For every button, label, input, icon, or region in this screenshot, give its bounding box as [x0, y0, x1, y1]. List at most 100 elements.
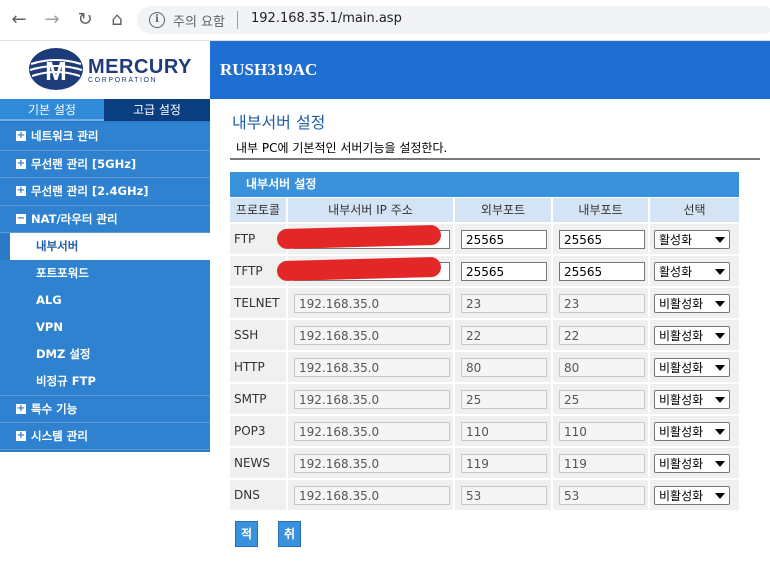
enable-select-value: 비활성화 — [659, 361, 704, 375]
internal-port-value: 25565 — [564, 265, 603, 279]
sidebar-subitem-vpn[interactable]: VPN — [0, 314, 210, 341]
server-ip-input[interactable]: 192.168.35.0 — [294, 294, 450, 313]
internal-port-input[interactable]: 53 — [559, 486, 645, 505]
back-arrow-icon[interactable]: ← — [8, 9, 30, 31]
enable-select[interactable]: 비활성화 — [654, 390, 730, 409]
enable-select-value: 활성화 — [659, 265, 693, 279]
tab-basic-settings[interactable]: 기본 설정 — [0, 99, 104, 121]
plus-icon: + — [16, 403, 26, 414]
external-port-input[interactable]: 110 — [461, 422, 547, 441]
external-port-cell: 25 — [455, 384, 551, 414]
sidebar-subitem-dmz[interactable]: DMZ 설정 — [0, 341, 210, 368]
cancel-button[interactable]: 취소 — [278, 521, 302, 565]
server-ip-input[interactable]: 192.168.35.0 — [294, 486, 450, 505]
external-port-value: 25565 — [466, 265, 505, 279]
internal-port-value: 80 — [564, 361, 580, 375]
external-port-value: 25 — [466, 393, 482, 407]
external-port-value: 25565 — [466, 233, 505, 247]
enable-select[interactable]: 비활성화 — [654, 294, 730, 313]
tab-advanced-settings[interactable]: 고급 설정 — [104, 99, 210, 121]
select-cell: 비활성화 — [650, 352, 739, 382]
url-text[interactable]: 192.168.35.1/main.asp — [251, 11, 402, 26]
protocol-cell: TELNET — [230, 288, 286, 318]
sidebar-item-special-functions[interactable]: + 특수 기능 — [0, 395, 210, 423]
info-icon[interactable]: i — [149, 12, 165, 28]
home-icon[interactable]: ⌂ — [106, 9, 128, 31]
reload-icon[interactable]: ↻ — [74, 9, 96, 31]
sidebar-subitem-label: 내부서버 — [36, 239, 79, 253]
sidebar-item-nat-router[interactable]: − NAT/라우터 관리 — [0, 205, 210, 233]
logo-area: M MERCURY CORPORATION — [0, 41, 210, 99]
sidebar-item-wireless-5ghz[interactable]: + 무선랜 관리 [5GHz] — [0, 150, 210, 178]
table-row: SMTP 192.168.35.0 25 25 비활성화 — [230, 383, 739, 415]
internal-port-input[interactable]: 22 — [559, 326, 645, 345]
enable-select-value: 비활성화 — [659, 425, 704, 439]
protocol-cell: DNS — [230, 480, 286, 510]
server-ip-input[interactable]: 192.168.35.0 — [294, 390, 450, 409]
enable-select[interactable]: 비활성화 — [654, 326, 730, 345]
redaction-mark — [276, 224, 442, 250]
server-ip-input[interactable]: 192.168.35.0 — [294, 454, 450, 473]
external-port-cell: 25565 — [455, 256, 551, 286]
column-header-select: 선택 — [650, 198, 739, 222]
server-ip-input[interactable] — [276, 256, 450, 282]
external-port-value: 119 — [466, 457, 489, 471]
server-ip-input[interactable]: 192.168.35.0 — [294, 326, 450, 345]
select-cell: 비활성화 — [650, 288, 739, 318]
sidebar-item-wireless-24ghz[interactable]: + 무선랜 관리 [2.4GHz] — [0, 178, 210, 206]
external-port-input[interactable]: 53 — [461, 486, 547, 505]
select-cell: 비활성화 — [650, 416, 739, 446]
server-ip-input[interactable]: 192.168.35.0 — [294, 422, 450, 441]
external-port-input[interactable]: 25565 — [461, 230, 547, 249]
internal-port-input[interactable]: 25565 — [559, 262, 645, 281]
enable-select[interactable]: 활성화 — [654, 262, 730, 281]
internal-port-value: 110 — [564, 425, 587, 439]
external-port-input[interactable]: 25 — [461, 390, 547, 409]
enable-select[interactable]: 비활성화 — [654, 486, 730, 505]
internal-port-input[interactable]: 119 — [559, 454, 645, 473]
table-row: DNS 192.168.35.0 53 53 비활성화 — [230, 479, 739, 511]
sidebar-subitem-internal-server[interactable]: 내부서버 — [10, 233, 210, 260]
ip-cell: 192.168.35.0 — [288, 352, 453, 382]
internal-port-value: 25565 — [564, 233, 603, 247]
security-status[interactable]: 주의 요함 — [173, 11, 225, 30]
forward-arrow-icon[interactable]: → — [41, 9, 63, 31]
internal-port-input[interactable]: 25 — [559, 390, 645, 409]
external-port-cell: 80 — [455, 352, 551, 382]
external-port-input[interactable]: 119 — [461, 454, 547, 473]
address-bar[interactable]: i 주의 요함 192.168.35.1/main.asp — [137, 6, 770, 34]
sidebar-item-network[interactable]: + 네트워크 관리 — [0, 123, 210, 151]
protocol-cell: SSH — [230, 320, 286, 350]
ip-cell: 192.168.35.0 — [288, 448, 453, 478]
enable-select[interactable]: 활성화 — [654, 230, 730, 249]
sidebar-item-label: 시스템 관리 — [31, 428, 88, 443]
internal-port-input[interactable]: 110 — [559, 422, 645, 441]
sidebar-subitem-port-forward[interactable]: 포트포워드 — [0, 260, 210, 287]
apply-button[interactable]: 적용 — [235, 521, 259, 565]
external-port-input[interactable]: 80 — [461, 358, 547, 377]
sidebar-subitem-alg[interactable]: ALG — [0, 287, 210, 314]
protocol-label: POP3 — [234, 424, 266, 438]
sidebar-item-system[interactable]: + 시스템 관리 — [0, 422, 210, 450]
enable-select[interactable]: 비활성화 — [654, 454, 730, 473]
internal-port-cell: 119 — [553, 448, 648, 478]
settings-tabs: 기본 설정 고급 설정 — [0, 99, 210, 121]
internal-port-input[interactable]: 80 — [559, 358, 645, 377]
internal-port-input[interactable]: 23 — [559, 294, 645, 313]
external-port-cell: 23 — [455, 288, 551, 318]
sidebar-subitem-irregular-ftp[interactable]: 비정규 FTP — [0, 368, 210, 395]
server-ip-input[interactable]: 192.168.35.0 — [294, 358, 450, 377]
protocol-label: DNS — [234, 488, 260, 502]
table-row: FTP 25565 25565 활성화 — [230, 223, 739, 255]
internal-port-cell: 22 — [553, 320, 648, 350]
internal-port-input[interactable]: 25565 — [559, 230, 645, 249]
external-port-input[interactable]: 25565 — [461, 262, 547, 281]
external-port-input[interactable]: 23 — [461, 294, 547, 313]
external-port-value: 53 — [466, 489, 482, 503]
enable-select[interactable]: 비활성화 — [654, 422, 730, 441]
column-header-protocol: 프로토콜 — [230, 198, 286, 222]
external-port-input[interactable]: 22 — [461, 326, 547, 345]
server-ip-input[interactable] — [276, 224, 450, 250]
sidebar-item-label: 네트워크 관리 — [31, 129, 99, 143]
enable-select[interactable]: 비활성화 — [654, 358, 730, 377]
